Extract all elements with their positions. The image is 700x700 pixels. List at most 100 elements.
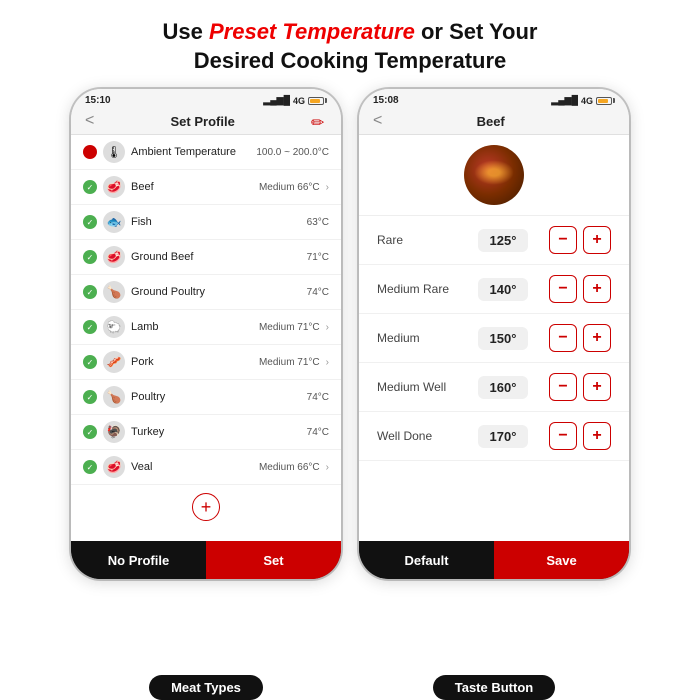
temp-plus-medium-well[interactable]: + — [583, 373, 611, 401]
time-right: 15:08 — [373, 95, 399, 106]
food-icon-ground-beef: 🥩 — [103, 246, 125, 268]
no-profile-button[interactable]: No Profile — [71, 541, 206, 579]
item-temp-veal: Medium 66°C — [259, 462, 320, 473]
signals-left: ▂▄▆█ 4G — [263, 95, 327, 106]
temp-minus-medium[interactable]: − — [549, 324, 577, 352]
temp-row-rare: Rare 125° − + — [359, 216, 629, 265]
battery-left — [308, 97, 327, 105]
item-name-veal: Veal — [131, 461, 253, 473]
header-title: Use Preset Temperature or Set Your Desir… — [133, 0, 568, 89]
food-icon-ambient: 🌡 — [103, 141, 125, 163]
signals-right: ▂▄▆█ 4G — [551, 95, 615, 106]
list-item-beef[interactable]: ✓ 🥩 Beef Medium 66°C › — [71, 170, 341, 205]
list-item-ambient[interactable]: 🌡 Ambient Temperature 100.0 ~ 200.0°C — [71, 135, 341, 170]
list-item-veal[interactable]: ✓ 🥩 Veal Medium 66°C › — [71, 450, 341, 485]
temp-label-medium-rare: Medium Rare — [377, 282, 457, 296]
nav-bar-right: < Beef — [359, 108, 629, 135]
page-wrapper: Use Preset Temperature or Set Your Desir… — [0, 0, 700, 700]
temp-row-well-done: Well Done 170° − + — [359, 412, 629, 461]
item-temp-turkey: 74°C — [307, 427, 329, 438]
default-button[interactable]: Default — [359, 541, 494, 579]
item-name-lamb: Lamb — [131, 321, 253, 333]
food-icon-fish: 🐟 — [103, 211, 125, 233]
temp-controls-well-done: − + — [549, 422, 611, 450]
temp-label-medium-well: Medium Well — [377, 380, 457, 394]
back-button-left[interactable]: < — [85, 112, 94, 130]
temp-minus-rare[interactable]: − — [549, 226, 577, 254]
temp-value-medium-well: 160° — [478, 376, 528, 399]
chevron-veal: › — [326, 462, 329, 473]
header-line2: or Set Your — [421, 19, 538, 44]
edit-icon-left[interactable]: ✏ — [311, 113, 327, 129]
item-temp-poultry: 74°C — [307, 392, 329, 403]
temp-plus-medium-rare[interactable]: + — [583, 275, 611, 303]
item-temp-lamb: Medium 71°C — [259, 322, 320, 333]
item-name-ground-poultry: Ground Poultry — [131, 286, 301, 298]
chevron-lamb: › — [326, 322, 329, 333]
battery-right — [596, 97, 615, 105]
temp-controls-medium: − + — [549, 324, 611, 352]
phone-bottom-bar-left: No Profile Set — [71, 541, 341, 579]
temp-row-medium-well: Medium Well 160° − + — [359, 363, 629, 412]
phone-content-left: 🌡 Ambient Temperature 100.0 ~ 200.0°C ✓ … — [71, 135, 341, 541]
item-name-ground-beef: Ground Beef — [131, 251, 301, 263]
food-icon-turkey: 🦃 — [103, 421, 125, 443]
back-button-right[interactable]: < — [373, 112, 382, 130]
item-temp-ground-beef: 71°C — [307, 252, 329, 263]
temp-row-medium: Medium 150° − + — [359, 314, 629, 363]
chevron-beef: › — [326, 182, 329, 193]
list-item-ground-beef[interactable]: ✓ 🥩 Ground Beef 71°C — [71, 240, 341, 275]
nav-bar-left: < Set Profile ✏ — [71, 108, 341, 135]
temp-minus-medium-rare[interactable]: − — [549, 275, 577, 303]
check-lamb: ✓ — [83, 320, 97, 334]
temp-plus-rare[interactable]: + — [583, 226, 611, 254]
list-item-lamb[interactable]: ✓ 🐑 Lamb Medium 71°C › — [71, 310, 341, 345]
signal-type-right: 4G — [581, 96, 593, 106]
labels-row: Meat Types Taste Button — [55, 667, 645, 700]
phone-content-right: Rare 125° − + Medium Rare 140° − + — [359, 216, 629, 541]
header-line3: Desired Cooking Temperature — [194, 48, 507, 73]
temp-controls-medium-well: − + — [549, 373, 611, 401]
item-name-pork: Pork — [131, 356, 253, 368]
check-veal: ✓ — [83, 460, 97, 474]
temp-value-medium-rare: 140° — [478, 278, 528, 301]
item-temp-fish: 63°C — [307, 217, 329, 228]
time-left: 15:10 — [85, 95, 111, 106]
temp-minus-medium-well[interactable]: − — [549, 373, 577, 401]
list-item-turkey[interactable]: ✓ 🦃 Turkey 74°C — [71, 415, 341, 450]
item-temp-ground-poultry: 74°C — [307, 287, 329, 298]
list-item-fish[interactable]: ✓ 🐟 Fish 63°C — [71, 205, 341, 240]
item-name-beef: Beef — [131, 181, 253, 193]
header-line1: Use Preset Temperature — [163, 19, 415, 44]
food-icon-ground-poultry: 🍗 — [103, 281, 125, 303]
save-button[interactable]: Save — [494, 541, 629, 579]
temp-row-medium-rare: Medium Rare 140° − + — [359, 265, 629, 314]
temp-value-rare: 125° — [478, 229, 528, 252]
phone-label-right: Taste Button — [359, 675, 629, 700]
temp-label-well-done: Well Done — [377, 429, 457, 443]
phone-left: 15:10 ▂▄▆█ 4G < Set Profile ✏ — [71, 89, 341, 579]
temp-controls-rare: − + — [549, 226, 611, 254]
check-ground-poultry: ✓ — [83, 285, 97, 299]
check-pork: ✓ — [83, 355, 97, 369]
list-item-poultry[interactable]: ✓ 🍗 Poultry 74°C — [71, 380, 341, 415]
item-name-ambient: Ambient Temperature — [131, 146, 250, 158]
temp-minus-well-done[interactable]: − — [549, 422, 577, 450]
phone-label-left: Meat Types — [71, 675, 341, 700]
check-poultry: ✓ — [83, 390, 97, 404]
phone-right: 15:08 ▂▄▆█ 4G < Beef — [359, 89, 629, 579]
set-button[interactable]: Set — [206, 541, 341, 579]
check-turkey: ✓ — [83, 425, 97, 439]
food-icon-poultry: 🍗 — [103, 386, 125, 408]
temp-label-medium: Medium — [377, 331, 457, 345]
status-bar-left: 15:10 ▂▄▆█ 4G — [71, 89, 341, 108]
list-item-ground-poultry[interactable]: ✓ 🍗 Ground Poultry 74°C — [71, 275, 341, 310]
food-icon-veal: 🥩 — [103, 456, 125, 478]
list-item-pork[interactable]: ✓ 🥓 Pork Medium 71°C › — [71, 345, 341, 380]
temp-value-well-done: 170° — [478, 425, 528, 448]
add-item-button[interactable]: + — [192, 493, 220, 521]
temp-plus-medium[interactable]: + — [583, 324, 611, 352]
item-name-fish: Fish — [131, 216, 301, 228]
temp-plus-well-done[interactable]: + — [583, 422, 611, 450]
nav-title-left: Set Profile — [171, 114, 235, 129]
